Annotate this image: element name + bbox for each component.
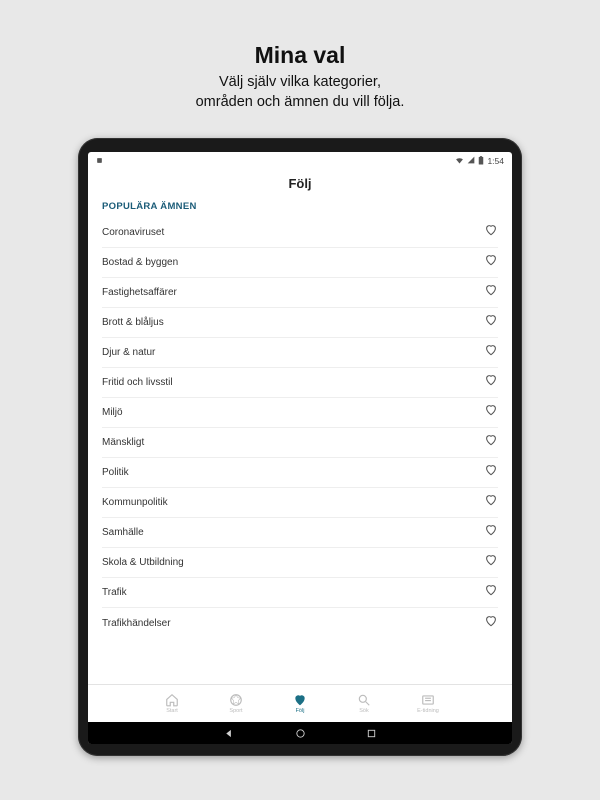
topic-list: Coronaviruset Bostad & byggen Fastighetsaf… [102,218,498,638]
topic-label: Politik [102,467,129,478]
tab-label: Start [166,708,178,714]
status-bar-left [96,157,103,166]
list-item[interactable]: Politik [102,458,498,488]
topic-label: Brott & blåljus [102,317,164,328]
wifi-icon [455,156,464,167]
tab-follow[interactable]: Följ [283,693,317,714]
list-item[interactable]: Samhälle [102,518,498,548]
favorite-heart-icon[interactable] [484,493,498,512]
list-item[interactable]: Fastighetsaffärer [102,278,498,308]
topic-label: Mänskligt [102,437,144,448]
favorite-heart-icon[interactable] [484,283,498,302]
topic-label: Djur & natur [102,347,155,358]
list-item[interactable]: Brott & blåljus [102,308,498,338]
topic-label: Fritid och livsstil [102,377,173,388]
heart-icon [293,693,307,707]
favorite-heart-icon[interactable] [484,373,498,392]
tab-sport[interactable]: Sport [219,693,253,714]
favorite-heart-icon[interactable] [484,403,498,422]
newspaper-icon [421,693,435,707]
favorite-heart-icon[interactable] [484,614,498,633]
tab-bar: Start Sport Följ Sök [88,684,512,722]
tab-home[interactable]: Start [155,693,189,714]
topic-label: Skola & Utbildning [102,557,184,568]
tab-label: Sport [229,708,242,714]
topic-label: Samhälle [102,527,144,538]
favorite-heart-icon[interactable] [484,313,498,332]
notification-icon [96,157,103,166]
page-title: Följ [88,170,512,201]
topic-label: Bostad & byggen [102,257,178,268]
favorite-heart-icon[interactable] [484,523,498,542]
favorite-heart-icon[interactable] [484,463,498,482]
topic-label: Miljö [102,407,123,418]
topic-label: Kommunpolitik [102,497,168,508]
list-item[interactable]: Mänskligt [102,428,498,458]
promo-title: Mina val [196,42,405,69]
tablet-frame: 1:54 Följ POPULÄRA ÄMNEN Coronaviruset Bo… [78,138,522,756]
content-area: POPULÄRA ÄMNEN Coronaviruset Bostad & byg… [88,201,512,684]
list-item[interactable]: Skola & Utbildning [102,548,498,578]
status-clock: 1:54 [487,156,504,166]
status-bar: 1:54 [88,152,512,170]
list-item[interactable]: Trafikhändelser [102,608,498,638]
promo-subtitle-line2: områden och ämnen du vill följa. [196,93,405,113]
list-item[interactable]: Fritid och livsstil [102,368,498,398]
list-item[interactable]: Miljö [102,398,498,428]
topic-label: Trafik [102,587,127,598]
sport-icon [229,693,243,707]
nav-home-button[interactable] [295,728,306,739]
list-item[interactable]: Bostad & byggen [102,248,498,278]
favorite-heart-icon[interactable] [484,433,498,452]
nav-back-button[interactable] [224,728,235,739]
tab-search[interactable]: Sök [347,693,381,714]
list-item[interactable]: Coronaviruset [102,218,498,248]
topic-label: Trafikhändelser [102,618,171,629]
status-bar-right: 1:54 [455,156,504,167]
search-icon [357,693,371,707]
tab-label: Följ [296,708,305,714]
favorite-heart-icon[interactable] [484,253,498,272]
list-item[interactable]: Djur & natur [102,338,498,368]
nav-recent-button[interactable] [366,728,377,739]
screen: 1:54 Följ POPULÄRA ÄMNEN Coronaviruset Bo… [88,152,512,744]
tab-epaper[interactable]: E-tidning [411,693,445,714]
home-icon [165,693,179,707]
android-nav-bar [88,722,512,744]
battery-icon [478,156,484,167]
favorite-heart-icon[interactable] [484,553,498,572]
list-item[interactable]: Trafik [102,578,498,608]
list-item[interactable]: Kommunpolitik [102,488,498,518]
tab-label: E-tidning [417,708,439,714]
topic-label: Fastighetsaffärer [102,287,177,298]
promo-block: Mina val Välj själv vilka kategorier, om… [196,42,405,112]
signal-icon [467,156,475,166]
tab-label: Sök [359,708,368,714]
promo-subtitle-line1: Välj själv vilka kategorier, [196,73,405,93]
section-header: POPULÄRA ÄMNEN [102,201,498,212]
favorite-heart-icon[interactable] [484,343,498,362]
topic-label: Coronaviruset [102,227,164,238]
favorite-heart-icon[interactable] [484,583,498,602]
favorite-heart-icon[interactable] [484,223,498,242]
